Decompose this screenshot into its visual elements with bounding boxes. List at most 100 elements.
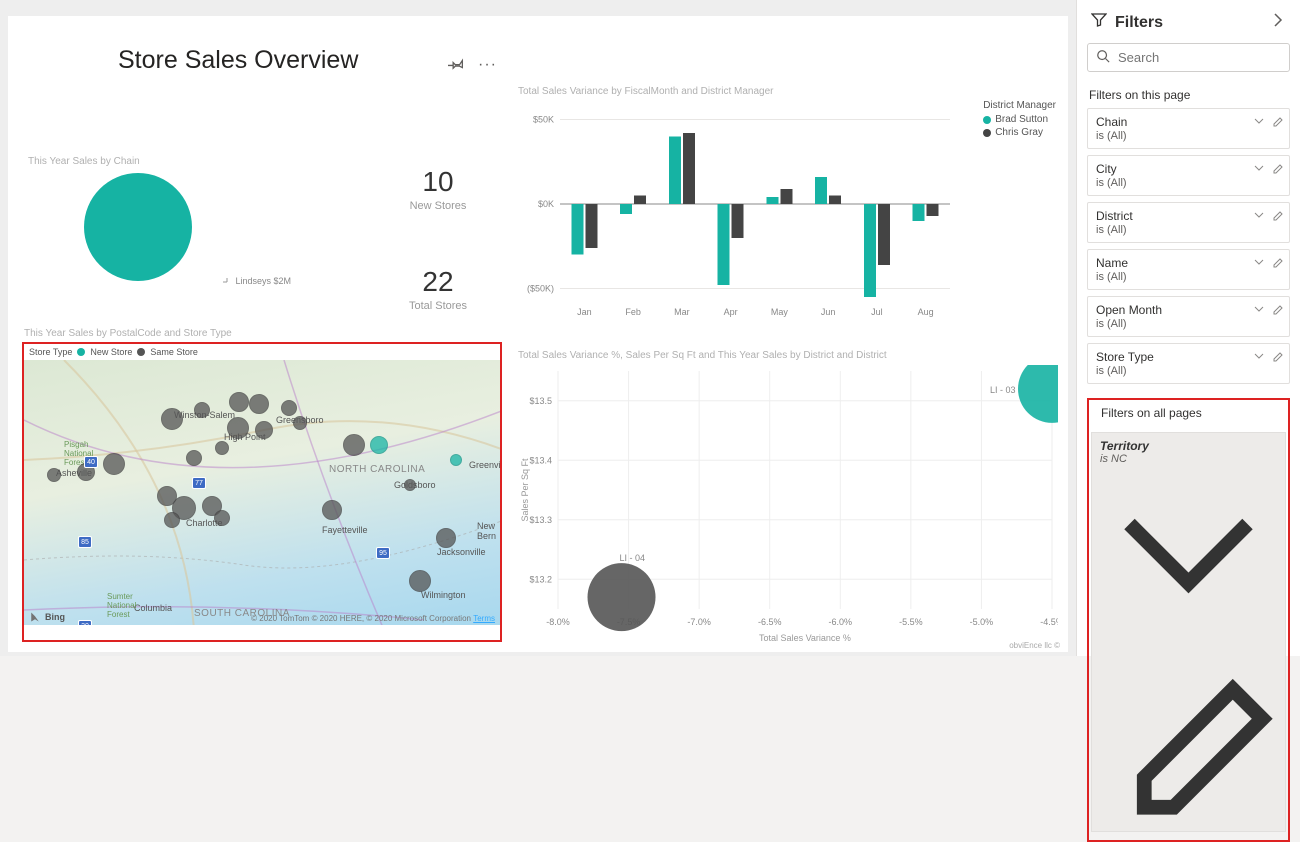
svg-text:Feb: Feb xyxy=(625,307,641,317)
map-bubble[interactable] xyxy=(194,402,210,418)
eraser-icon[interactable] xyxy=(1271,162,1283,177)
map-bubble[interactable] xyxy=(186,450,202,466)
bar-segment[interactable] xyxy=(620,204,632,214)
map-terms-link[interactable]: Terms xyxy=(473,614,495,623)
map-city-label: Jacksonville xyxy=(437,547,486,557)
chevron-down-icon[interactable] xyxy=(1253,256,1265,271)
map-bubble[interactable] xyxy=(249,394,269,414)
filter-territory-name: Territory xyxy=(1100,439,1277,453)
chevron-down-icon[interactable] xyxy=(1253,350,1265,365)
filter-card[interactable]: District is (All) xyxy=(1087,202,1290,243)
map-bubble[interactable] xyxy=(227,417,249,439)
filters-header: Filters xyxy=(1115,14,1163,32)
bar-segment[interactable] xyxy=(829,196,841,204)
bar-chart[interactable]: Total Sales Variance by FiscalMonth and … xyxy=(518,86,1058,326)
map-canvas[interactable]: Bing © 2020 TomTom © 2020 HERE, © 2020 M… xyxy=(24,360,500,625)
eraser-icon[interactable] xyxy=(1100,811,1277,825)
bar-segment[interactable] xyxy=(634,196,646,204)
kpi-total-stores[interactable]: 22 Total Stores xyxy=(388,266,488,312)
bar-segment[interactable] xyxy=(815,177,827,204)
map-bubble[interactable] xyxy=(370,436,388,454)
bar-segment[interactable] xyxy=(864,204,876,297)
filter-value: is (All) xyxy=(1096,130,1281,142)
svg-text:Aug: Aug xyxy=(918,307,934,317)
map-bubble[interactable] xyxy=(436,528,456,548)
map-bubble[interactable] xyxy=(281,400,297,416)
filters-all-pages-highlight: Filters on all pages Territory is NC xyxy=(1087,398,1290,842)
filter-card[interactable]: City is (All) xyxy=(1087,155,1290,196)
svg-text:$13.3: $13.3 xyxy=(529,515,552,525)
map-bubble[interactable] xyxy=(229,392,249,412)
map-bubble[interactable] xyxy=(214,510,230,526)
map-title: This Year Sales by PostalCode and Store … xyxy=(24,328,232,339)
bar-chart-legend: District Manager Brad Sutton Chris Gray xyxy=(983,100,1056,140)
eraser-icon[interactable] xyxy=(1271,350,1283,365)
scatter-chart[interactable]: Total Sales Variance %, Sales Per Sq Ft … xyxy=(518,350,1058,645)
eraser-icon[interactable] xyxy=(1271,256,1283,271)
filter-value: is (All) xyxy=(1096,318,1281,330)
chevron-down-icon[interactable] xyxy=(1253,162,1265,177)
kpi-new-stores[interactable]: 10 New Stores xyxy=(388,166,488,212)
bar-segment[interactable] xyxy=(878,204,890,265)
map-city-label: NORTH CAROLINA xyxy=(329,464,425,475)
bar-segment[interactable] xyxy=(571,204,583,255)
scatter-bubble[interactable] xyxy=(588,563,656,631)
svg-text:-7.0%: -7.0% xyxy=(687,617,711,627)
filters-pane: Filters Filters on this page Chain is (A… xyxy=(1076,0,1300,656)
map-bubble[interactable] xyxy=(215,441,229,455)
svg-text:-4.5%: -4.5% xyxy=(1040,617,1058,627)
eraser-icon[interactable] xyxy=(1271,303,1283,318)
eraser-icon[interactable] xyxy=(1271,115,1283,130)
highway-shield-icon: 85 xyxy=(78,536,92,548)
bar-segment[interactable] xyxy=(732,204,744,238)
filter-value: is (All) xyxy=(1096,177,1281,189)
chevron-right-icon[interactable] xyxy=(1270,12,1286,33)
map-city-label: Greenville xyxy=(469,460,500,470)
filters-search-input[interactable] xyxy=(1118,50,1281,65)
svg-text:Jul: Jul xyxy=(871,307,883,317)
map-bubble[interactable] xyxy=(404,479,416,491)
map-bubble[interactable] xyxy=(343,434,365,456)
map-bubble[interactable] xyxy=(103,453,125,475)
filter-value: is (All) xyxy=(1096,365,1281,377)
filter-card[interactable]: Name is (All) xyxy=(1087,249,1290,290)
filters-search[interactable] xyxy=(1087,43,1290,72)
highway-shield-icon: 20 xyxy=(78,620,92,625)
filter-card[interactable]: Open Month is (All) xyxy=(1087,296,1290,337)
filters-page-section-title: Filters on this page xyxy=(1077,82,1300,108)
bar-segment[interactable] xyxy=(718,204,730,285)
bar-segment[interactable] xyxy=(913,204,925,221)
map-bubble[interactable] xyxy=(322,500,342,520)
report-title: Store Sales Overview xyxy=(118,46,358,75)
pin-icon[interactable] xyxy=(448,56,464,75)
report-canvas: Store Sales Overview ··· This Year Sales… xyxy=(8,16,1068,652)
donut-chart[interactable] xyxy=(78,171,318,311)
bar-segment[interactable] xyxy=(585,204,597,248)
svg-text:Total Sales Variance %: Total Sales Variance % xyxy=(759,633,851,643)
chevron-down-icon[interactable] xyxy=(1253,209,1265,224)
chevron-down-icon[interactable] xyxy=(1253,115,1265,130)
map-bubble[interactable] xyxy=(164,512,180,528)
scatter-bubble[interactable] xyxy=(1018,365,1058,423)
map-bubble[interactable] xyxy=(450,454,462,466)
map-bubble[interactable] xyxy=(255,421,273,439)
map-bubble[interactable] xyxy=(409,570,431,592)
filter-card[interactable]: Store Type is (All) xyxy=(1087,343,1290,384)
chevron-down-icon[interactable] xyxy=(1253,303,1265,318)
map-bubble[interactable] xyxy=(161,408,183,430)
svg-text:($50K): ($50K) xyxy=(527,284,554,294)
chevron-down-icon[interactable] xyxy=(1100,631,1277,645)
more-options-icon[interactable]: ··· xyxy=(478,56,497,75)
bar-segment[interactable] xyxy=(669,136,681,204)
filter-card[interactable]: Chain is (All) xyxy=(1087,108,1290,149)
bar-segment[interactable] xyxy=(683,133,695,204)
eraser-icon[interactable] xyxy=(1271,209,1283,224)
bar-segment[interactable] xyxy=(927,204,939,216)
bar-segment[interactable] xyxy=(780,189,792,204)
bar-segment[interactable] xyxy=(766,197,778,204)
svg-text:$13.5: $13.5 xyxy=(529,396,552,406)
filter-card-territory[interactable]: Territory is NC xyxy=(1091,432,1286,832)
map-bubble[interactable] xyxy=(47,468,61,482)
map-bubble[interactable] xyxy=(293,416,307,430)
map-visual[interactable]: This Year Sales by PostalCode and Store … xyxy=(22,342,502,642)
